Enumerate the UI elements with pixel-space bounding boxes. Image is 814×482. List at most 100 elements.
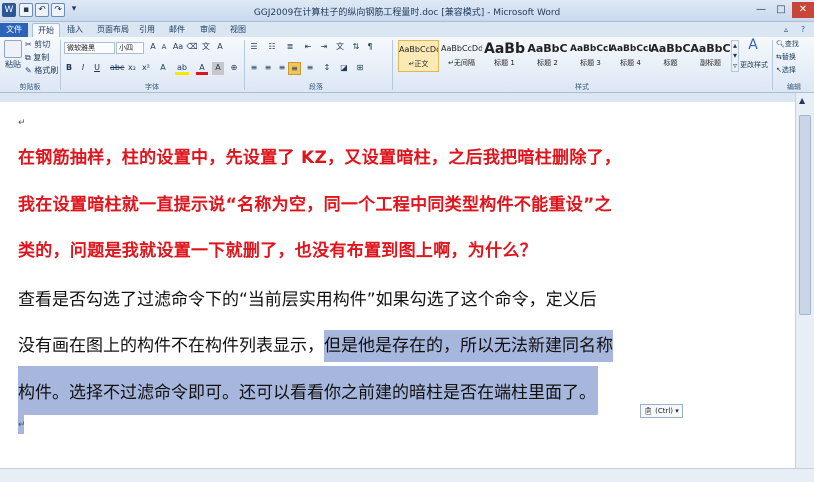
shrink-font-icon[interactable]: A [159, 41, 169, 54]
paragraph-mark: ↵ [18, 420, 26, 430]
selected-text[interactable]: 但是他是存在的，所以无法新建同名称 [324, 330, 613, 362]
bullets-icon[interactable]: ☰ [248, 41, 260, 54]
bold-icon[interactable]: B [64, 62, 74, 75]
copy-button[interactable]: ⧉ 复制 [25, 52, 55, 65]
format-painter-icon: ✎ [25, 66, 32, 75]
numbering-icon[interactable]: ☷ [266, 41, 278, 54]
select-button[interactable]: ↖选择 [776, 64, 812, 77]
question-line: 在钢筋抽样，柱的设置中，先设置了 KZ，又设置暗柱，之后我把暗柱删除了， [18, 148, 622, 168]
horizontal-ruler[interactable] [0, 93, 814, 102]
tab-insert[interactable]: 插入 [63, 23, 87, 37]
style-normal[interactable]: AaBbCcDd ↵正文 [398, 40, 439, 72]
styles-group-label: 样式 [575, 83, 589, 91]
paste-icon[interactable] [4, 40, 22, 58]
chinese-layout-icon[interactable]: 文 [334, 41, 346, 54]
style-preview: AaBbCcDd [399, 45, 438, 54]
strikethrough-icon[interactable]: abc [110, 62, 124, 75]
style-name: 副标题 [700, 59, 721, 67]
style-no-spacing[interactable]: AaBbCcDd ↵无间隔 [441, 40, 482, 72]
change-case-icon[interactable]: Aa [172, 41, 184, 54]
clear-format-icon[interactable]: ⌫ [186, 41, 198, 54]
group-divider [772, 40, 773, 90]
distributed-icon[interactable]: ≡ [304, 62, 316, 75]
paste-button[interactable]: 粘贴 [2, 59, 24, 72]
style-name: 标题 3 [580, 59, 601, 67]
style-title[interactable]: AaBbC 标题 [650, 40, 691, 72]
char-shading-icon[interactable]: A [212, 62, 224, 75]
styles-scroll-icon[interactable]: ▴ ▾ ▿ [731, 40, 739, 72]
style-name: ↵无间隔 [448, 59, 475, 67]
highlight-icon[interactable]: ab [175, 62, 189, 75]
style-name: 标题 4 [620, 59, 641, 67]
style-heading-2[interactable]: AaBbC 标题 2 [527, 40, 568, 72]
superscript-icon[interactable]: x² [140, 62, 152, 75]
vertical-scrollbar[interactable]: ▲ [795, 93, 814, 468]
line-spacing-icon[interactable]: ↕ [320, 62, 334, 75]
change-styles-button[interactable]: 更改样式 [739, 59, 769, 72]
tab-mailings[interactable]: 邮件 [166, 23, 188, 37]
align-left-icon[interactable]: ≡ [248, 62, 260, 75]
style-heading-3[interactable]: AaBbCcD 标题 3 [570, 40, 611, 72]
align-right-icon[interactable]: ≡ [276, 62, 288, 75]
ribbon: 粘贴 ✂ 剪切 ⧉ 复制 ✎ 格式刷 剪贴板 微软雅黑 小四 A A Aa ⌫ … [0, 37, 814, 93]
change-styles-icon[interactable]: A [742, 38, 764, 52]
underline-icon[interactable]: U [92, 62, 102, 75]
paste-options-button[interactable]: 📋︎ (Ctrl) ▾ [640, 404, 683, 418]
show-marks-icon[interactable]: ¶ [364, 41, 376, 54]
clipboard-group-label: 剪贴板 [19, 83, 41, 91]
ribbon-tabs: 文件 开始 插入 页面布局 引用 邮件 审阅 视图 ▵ ? [0, 22, 814, 37]
center-icon[interactable]: ≡ [262, 62, 274, 75]
multilevel-list-icon[interactable]: ≣ [284, 41, 296, 54]
format-painter-button[interactable]: ✎ 格式刷 [25, 65, 59, 78]
borders-icon[interactable]: ⊞ [354, 62, 366, 75]
selected-text[interactable]: 构件。选择不过滤命令即可。还可以看看你之前建的暗柱是否在端柱里面了。 [18, 366, 598, 415]
increase-indent-icon[interactable]: ⇥ [318, 41, 330, 54]
font-name-combo[interactable]: 微软雅黑 [64, 42, 115, 54]
tab-review[interactable]: 审阅 [197, 23, 219, 37]
justify-icon[interactable]: ≡ [288, 62, 301, 75]
select-label: 选择 [781, 66, 796, 74]
minimize-ribbon-icon[interactable]: ▵ [780, 23, 792, 37]
sort-icon[interactable]: ⇅ [350, 41, 362, 54]
style-name: ↵正文 [408, 60, 429, 68]
minimize-icon[interactable]: — [751, 2, 771, 18]
close-icon[interactable]: ✕ [792, 2, 814, 18]
help-icon[interactable]: ? [797, 23, 809, 37]
paste-options-label: (Ctrl) [655, 407, 674, 415]
title-bar: W ▪ ↶ ↷ ▾ GGJ2009在计算柱子的纵向钢筋工程量时.doc [兼容模… [0, 0, 814, 22]
decrease-indent-icon[interactable]: ⇤ [302, 41, 314, 54]
find-button[interactable]: 🔍︎查找 [776, 38, 812, 51]
tab-page-layout[interactable]: 页面布局 [96, 23, 130, 37]
shading-icon[interactable]: ◪ [338, 62, 350, 75]
style-heading-1[interactable]: AaBb 标题 1 [484, 40, 525, 72]
tab-file[interactable]: 文件 [0, 23, 28, 37]
style-heading-4[interactable]: AaBbCcD 标题 4 [610, 40, 651, 72]
phonetic-guide-icon[interactable]: 文 [200, 41, 212, 54]
maximize-icon[interactable]: □ [771, 2, 791, 18]
horizontal-scrollbar[interactable] [0, 468, 814, 482]
style-name: 标题 2 [537, 59, 558, 67]
tab-view[interactable]: 视图 [227, 23, 249, 37]
font-color-icon[interactable]: A [196, 62, 208, 75]
cut-button[interactable]: ✂ 剪切 [25, 39, 55, 52]
copy-label: 复制 [33, 53, 50, 62]
enclose-char-icon[interactable]: ⊕ [228, 62, 240, 75]
char-border-icon[interactable]: A [214, 41, 226, 54]
cut-label: 剪切 [34, 40, 51, 49]
scroll-thumb[interactable] [799, 115, 811, 315]
style-subtitle[interactable]: AaBbC 副标题 [690, 40, 731, 72]
font-size-combo[interactable]: 小四 [116, 42, 144, 54]
clipboard-icon: 📋︎ [644, 407, 653, 415]
scroll-up-icon[interactable]: ▲ [799, 96, 805, 105]
group-divider [392, 40, 393, 90]
replace-button[interactable]: ⇆替换 [776, 51, 812, 64]
subscript-icon[interactable]: x₂ [126, 62, 138, 75]
tab-home[interactable]: 开始 [32, 23, 60, 37]
cut-icon: ✂ [25, 40, 32, 49]
question-line: 类的，问题是我就设置一下就删了，也没有布置到图上啊，为什么？ [18, 241, 537, 261]
italic-icon[interactable]: I [78, 62, 88, 75]
copy-icon: ⧉ [25, 53, 31, 62]
grow-font-icon[interactable]: A [148, 41, 158, 54]
tab-references[interactable]: 引用 [136, 23, 158, 37]
text-effects-icon[interactable]: A [156, 62, 170, 75]
